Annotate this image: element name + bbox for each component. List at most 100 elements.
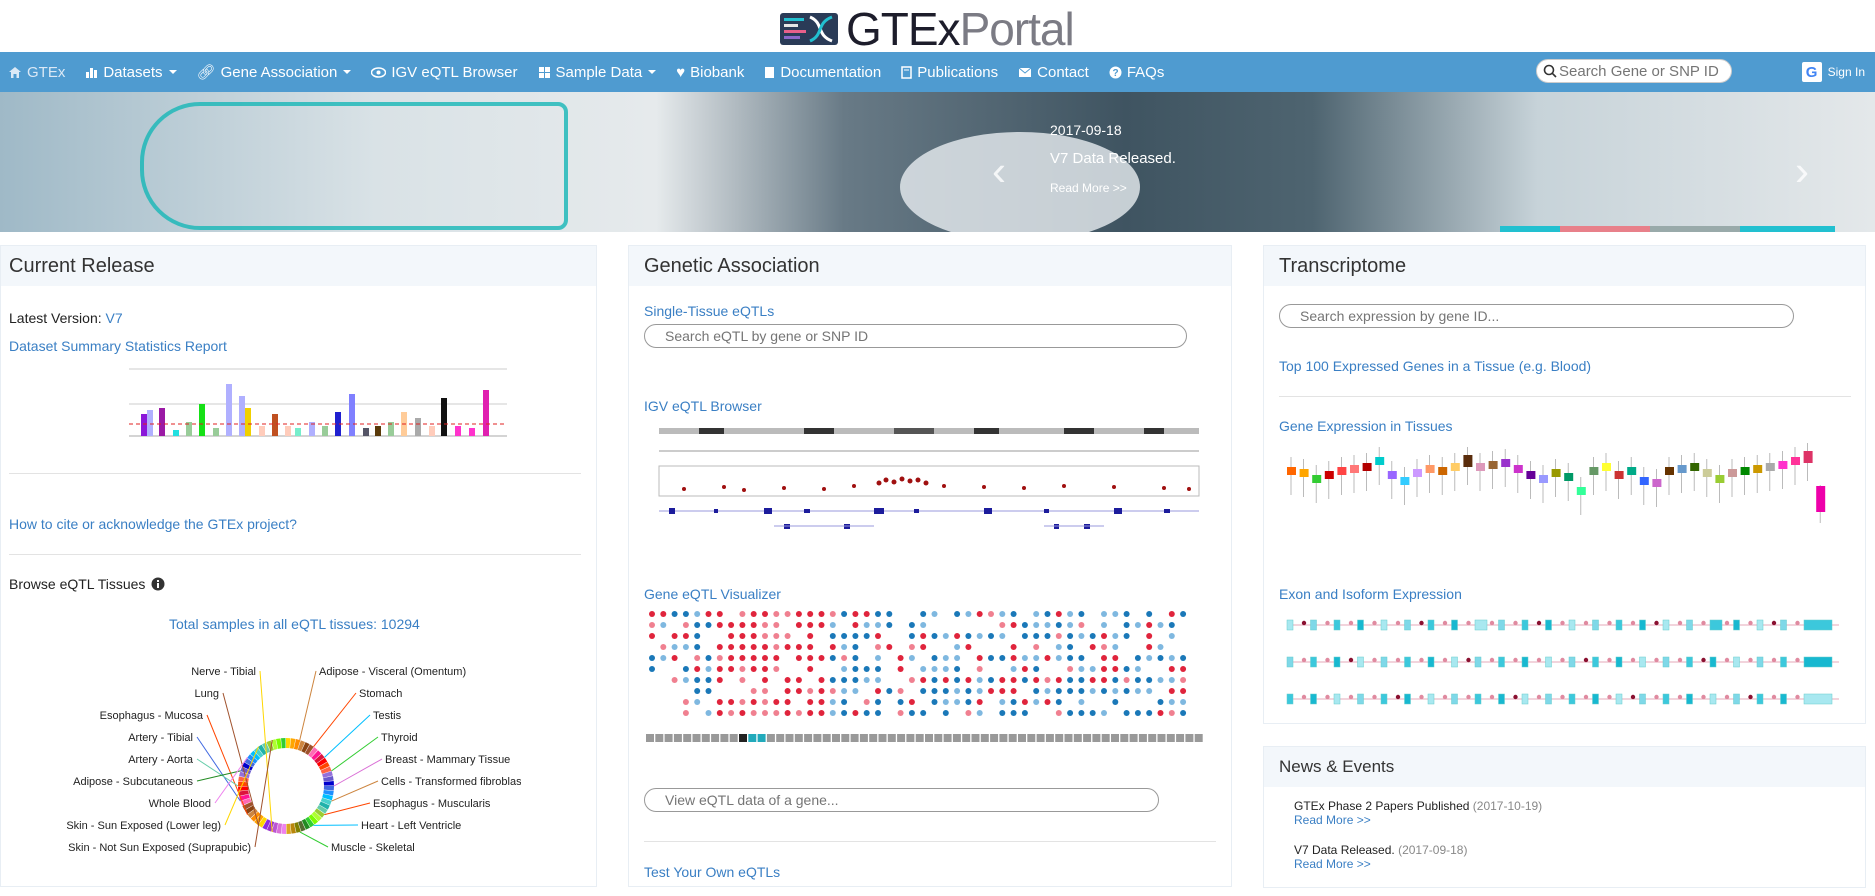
tissue-segment[interactable] [281,824,286,834]
nav-item-publications[interactable]: Publications [891,64,1008,81]
eqtl-dot [864,666,870,672]
nav-item-datasets[interactable]: Datasets [75,64,186,81]
tissue-segment[interactable] [324,781,334,786]
junction-dot [1584,695,1588,699]
cite-gtex-link[interactable]: How to cite or acknowledge the GTEx proj… [9,516,297,532]
nav-item-contact[interactable]: Contact [1008,64,1099,81]
summary-bar-chart-thumbnail[interactable] [129,364,509,444]
junction-dot [1443,695,1447,699]
tissue-segment[interactable] [286,738,291,748]
info-icon[interactable] [151,577,165,591]
eqtl-dot [1022,655,1028,661]
tissue-strip-cell [804,734,812,742]
eqtl-dot [807,622,813,628]
junction-dot [1349,621,1353,625]
tissue-label[interactable]: Esophagus - Mucosa [100,710,204,722]
tissue-label[interactable]: Adipose - Subcutaneous [73,776,193,788]
tissue-label[interactable]: Skin - Not Sun Exposed (Suprapubic) [68,842,251,854]
chevron-down-icon [169,70,177,74]
gene-expression-boxplot-thumbnail[interactable] [1279,441,1849,541]
eqtl-dot [683,688,689,694]
tissue-label[interactable]: Breast - Mammary Tissue [385,754,510,766]
eqtl-dot [762,699,768,705]
tissue-label[interactable]: Muscle - Skeletal [331,842,415,854]
exon-isoform-expression-link[interactable]: Exon and Isoform Expression [1279,586,1462,602]
boxplot-box [1602,463,1611,471]
tissue-label[interactable]: Thyroid [381,732,418,744]
gene-snp-search-input[interactable] [1557,62,1721,81]
nav-item-biobank[interactable]: ♥ Biobank [666,64,754,81]
tissue-strip-cell [944,734,952,742]
tissue-label[interactable]: Adipose - Visceral (Omentum) [319,666,466,678]
news-carousel: ‹ › 2017-09-18 V7 Data Released. Read Mo… [0,92,1875,232]
boxplot-box [1337,467,1346,475]
news-read-more-link[interactable]: Read More >> [1294,857,1371,871]
tissue-segment[interactable] [286,824,291,834]
news-events-panel: News & Events GTEx Phase 2 Papers Publis… [1263,746,1866,888]
tissue-label[interactable]: Lung [195,688,219,700]
summary-report-link[interactable]: Dataset Summary Statistics Report [9,338,227,354]
single-tissue-eqtl-link[interactable]: Single-Tissue eQTLs [644,303,774,319]
tissue-label[interactable]: Skin - Sun Exposed (Lower leg) [66,820,221,832]
tissue-donut-chart[interactable]: Nerve - Tibial Lung Esophagus - Mucosa Arte… [51,661,521,891]
nav-item-gene-association[interactable]: 🔗︎ Gene Association [187,63,362,81]
eqtl-dot [1067,699,1073,705]
nav-item-igv[interactable]: IGV eQTL Browser [361,64,527,81]
gene-eqtl-visualizer-link[interactable]: Gene eQTL Visualizer [644,586,781,602]
sign-in-button[interactable]: G Sign In [1802,62,1865,82]
eqtl-gene-view-input[interactable] [644,788,1159,812]
tissue-label[interactable]: Nerve - Tibial [191,666,256,678]
eqtl-dot [739,699,745,705]
tissue-label[interactable]: Heart - Left Ventricle [361,820,461,832]
exon-block [1452,657,1458,667]
tissue-label[interactable]: Cells - Transformed fibroblasts [381,776,521,788]
eqtl-dot [1078,644,1084,650]
exon-block [1311,694,1317,704]
eqtl-dot [819,611,825,617]
boxplot-box [1577,487,1586,495]
eqtl-dot [977,611,983,617]
exon-block [1593,620,1599,630]
nav-item-gtex[interactable]: GTEx [0,64,75,81]
test-your-own-eqtls-link[interactable]: Test Your Own eQTLs [644,864,780,880]
news-read-more-link[interactable]: Read More >> [1294,813,1371,827]
igv-browser-link[interactable]: IGV eQTL Browser [644,398,762,414]
tissue-label[interactable]: Whole Blood [149,798,211,810]
eqtl-dot [1101,699,1107,705]
top100-genes-link[interactable]: Top 100 Expressed Genes in a Tissue (e.g… [1279,358,1591,374]
igv-browser-thumbnail[interactable] [644,416,1204,546]
exon-isoform-thumbnail[interactable] [1279,606,1849,716]
banner-read-more[interactable]: Read More >> [1050,181,1176,195]
tissue-label[interactable]: Artery - Tibial [128,732,193,744]
tissue-segment[interactable] [281,738,286,748]
eqtl-dot [830,710,836,716]
eqtl-dot [1112,699,1118,705]
eqtl-search-input[interactable] [644,324,1187,348]
gene-expression-tissues-link[interactable]: Gene Expression in Tissues [1279,418,1453,434]
eqtl-dot [977,688,983,694]
tissue-label[interactable]: Testis [373,710,402,722]
nav-item-documentation[interactable]: Documentation [754,64,891,81]
nav-item-faqs[interactable]: ? FAQs [1099,64,1175,81]
eqtl-dot [965,710,971,716]
carousel-prev-icon[interactable]: ‹ [992,147,1006,195]
tissue-label[interactable]: Stomach [359,688,402,700]
tissue-strip-cell [860,734,868,742]
eqtl-dot [1033,688,1039,694]
current-release-panel: Current Release Latest Version: V7 Datas… [0,245,597,887]
eqtl-dot [672,666,678,672]
nav-item-sample-data[interactable]: Sample Data [528,64,667,81]
eqtl-visualizer-thumbnail[interactable] [644,606,1209,746]
tissue-segment[interactable] [324,786,334,791]
tissue-label[interactable]: Esophagus - Muscularis [373,798,491,810]
eqtl-dot [1146,622,1152,628]
nav-search-box[interactable] [1536,59,1732,83]
eqtl-dot [875,633,881,639]
eqtl-dot [943,611,949,617]
expression-search-input[interactable] [1279,304,1794,328]
version-link[interactable]: V7 [106,310,123,326]
carousel-next-icon[interactable]: › [1795,147,1809,195]
gtex-logo[interactable]: GTExPortal [780,2,1074,56]
eqtl-dot [864,644,870,650]
tissue-label[interactable]: Artery - Aorta [128,754,194,766]
